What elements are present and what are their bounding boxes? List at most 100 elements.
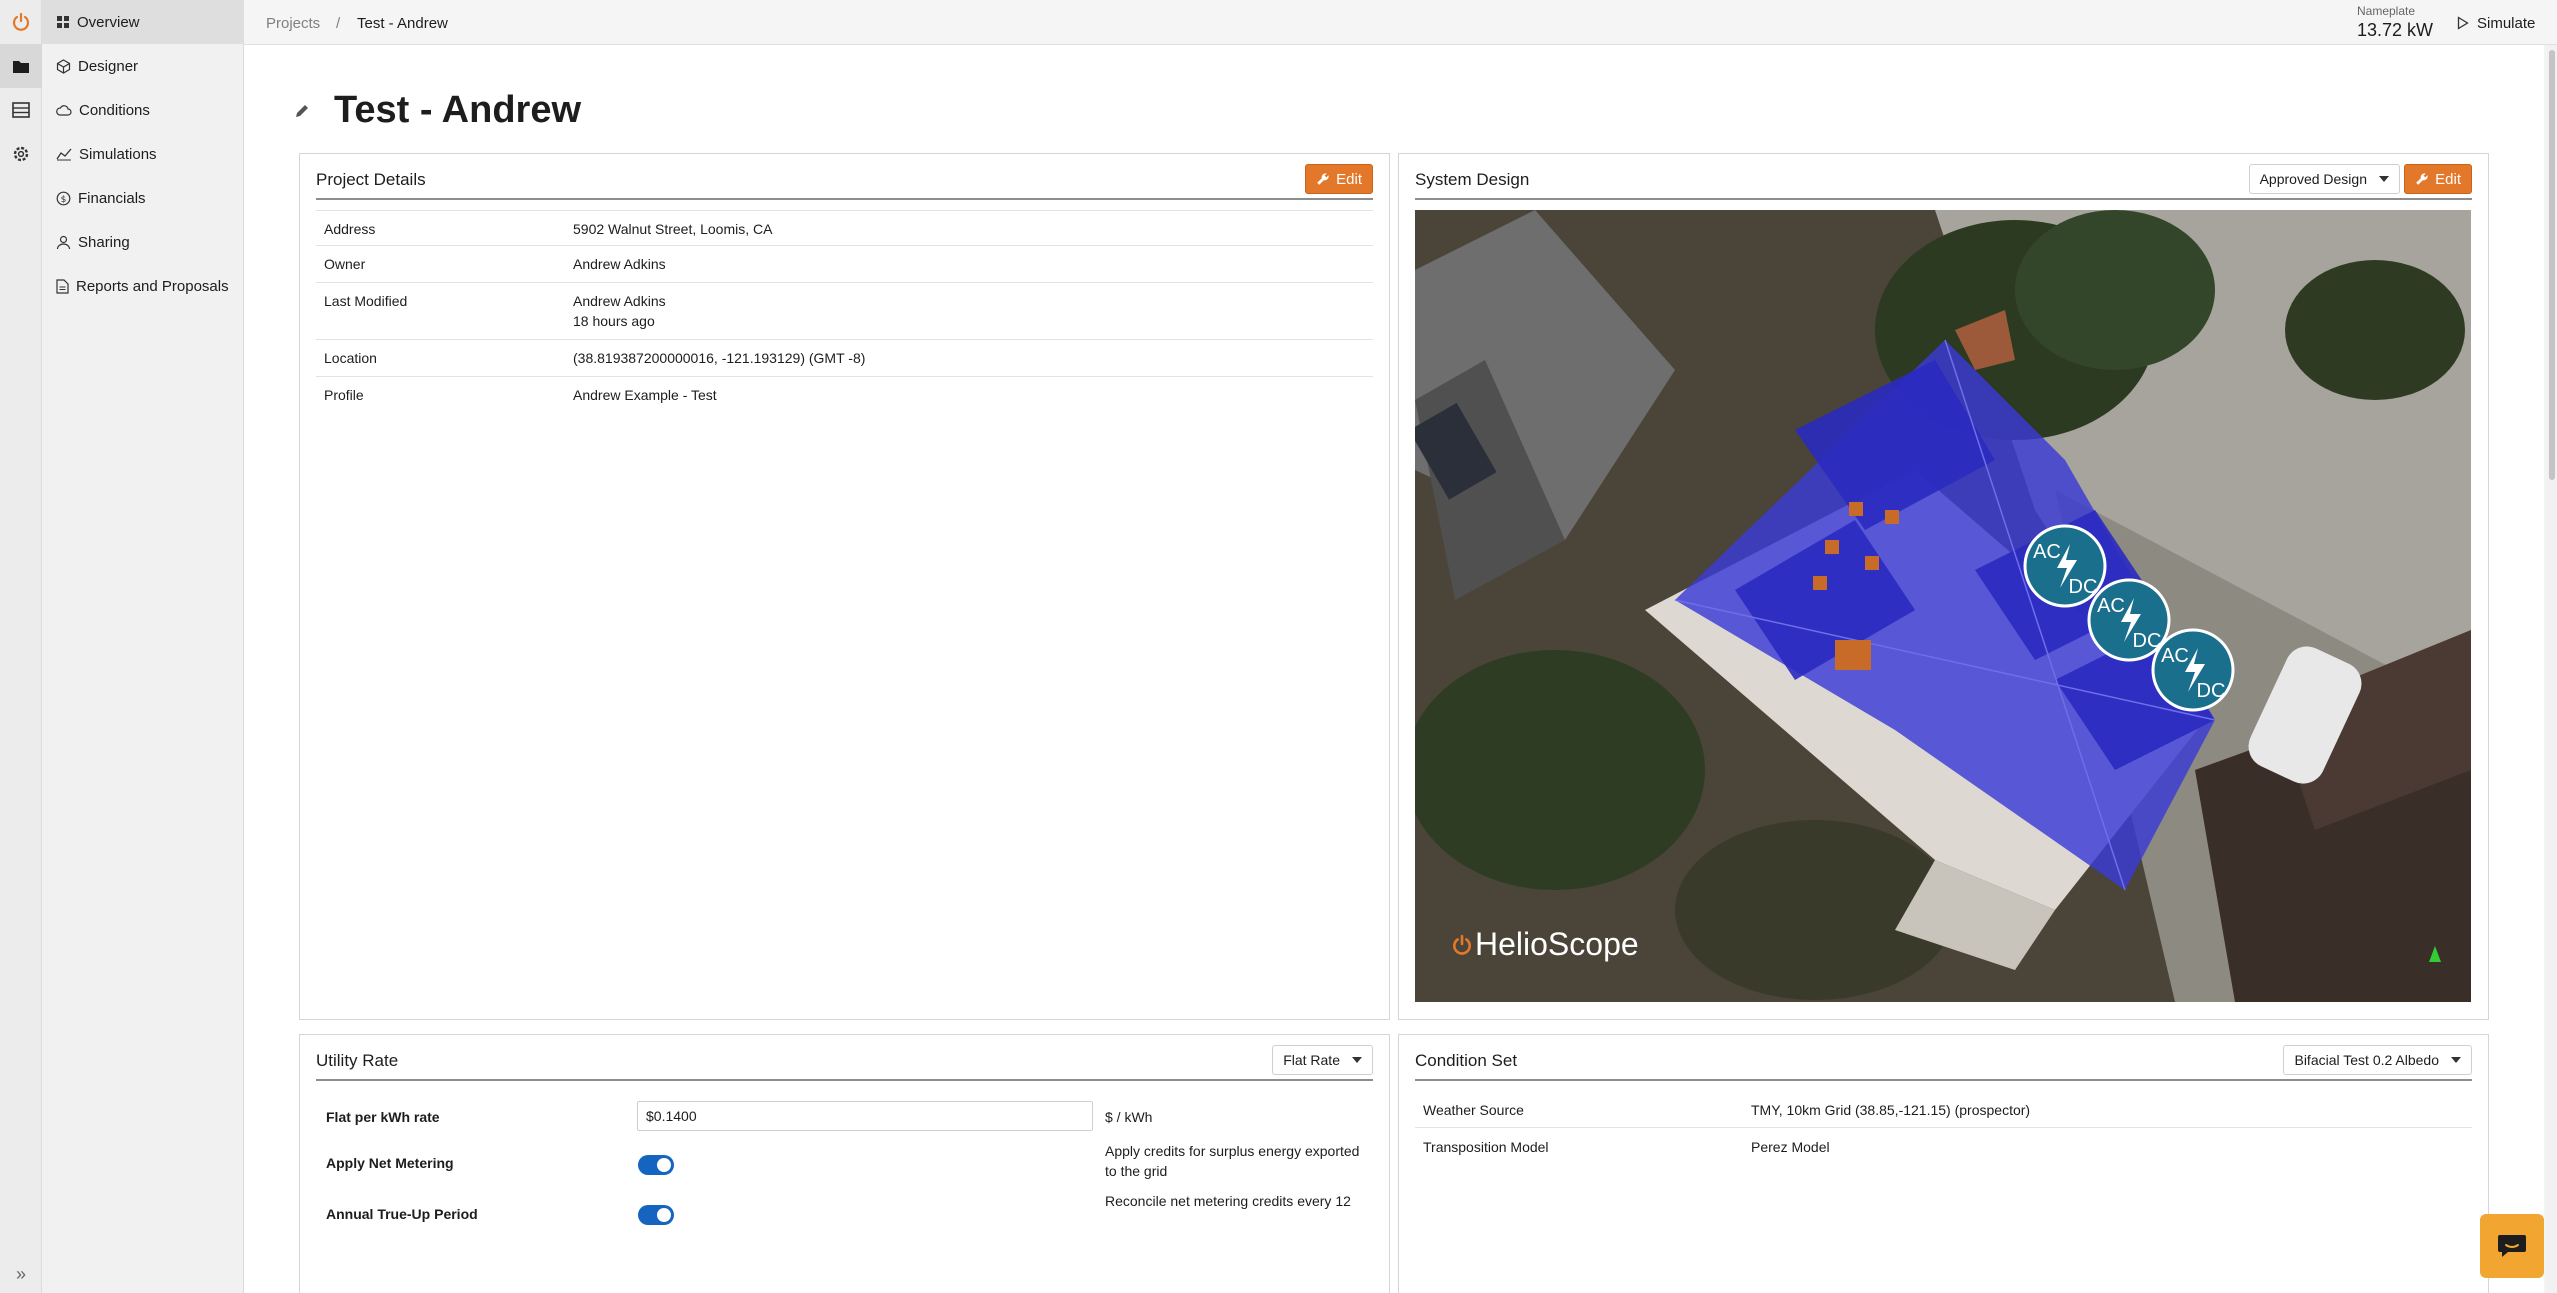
nav-item-reports[interactable]: Reports and Proposals [42,264,244,308]
nav-item-label: Sharing [78,233,130,251]
net-metering-label: Apply Net Metering [326,1155,454,1171]
nav-item-conditions[interactable]: Conditions [42,88,244,132]
detail-value-secondary: 18 hours ago [573,313,655,329]
system-design-card: System Design Approved Design Edit AC DC… [1398,153,2489,1020]
settings-gear-icon[interactable] [0,132,42,176]
svg-text:$: $ [61,195,67,205]
design-map-image[interactable]: AC DC AC DC AC DC HelioScope [1415,210,2471,1002]
condition-label: Weather Source [1423,1102,1524,1118]
nav-item-sharing[interactable]: Sharing [42,220,244,264]
condition-value: TMY, 10km Grid (38.85,-121.15) (prospect… [1751,1102,2031,1118]
detail-label: Owner [324,256,366,272]
simulate-label: Simulate [2477,14,2536,32]
wrench-icon [1317,173,1329,185]
detail-value: Andrew Example - Test [573,387,717,403]
inverter-ac-label: AC [2033,541,2061,563]
scrollbar-thumb[interactable] [2549,50,2555,480]
card-title: System Design [1415,170,1530,189]
projects-folder-icon[interactable] [0,44,42,88]
grid-icon [57,16,69,28]
nav-item-designer[interactable]: Designer [42,44,244,88]
nav-item-label: Financials [78,189,146,207]
aerial-map-graphic: AC DC AC DC AC DC [1415,210,2471,1002]
detail-row-owner: Owner Andrew Adkins [316,246,1373,283]
trueup-help: Reconcile net metering credits every 12 [1105,1193,1351,1209]
nav-item-label: Designer [78,57,139,75]
design-select[interactable]: Approved Design [2248,164,2400,194]
play-icon [2457,16,2469,30]
detail-value: Andrew Adkins [573,293,666,309]
detail-label: Profile [324,387,364,403]
inverter-dc-label: DC [2069,576,2098,598]
chat-support-button[interactable] [2480,1214,2544,1278]
chart-icon [56,148,72,161]
card-divider [1415,1079,2472,1081]
simulate-button[interactable]: Simulate [2457,11,2535,35]
card-title: Project Details [316,170,426,189]
rate-type-value: Flat Rate [1283,1052,1340,1068]
card-title: Utility Rate [316,1051,399,1070]
condition-label: Transposition Model [1423,1139,1549,1155]
nav-item-label: Simulations [79,145,157,163]
detail-value: 5902 Walnut Street, Loomis, CA [573,221,773,237]
nav-item-overview[interactable]: Overview [42,0,244,44]
detail-label: Address [324,221,376,237]
flat-rate-input[interactable]: $0.1400 [637,1101,1093,1131]
nav-item-label: Reports and Proposals [76,277,229,295]
expand-sidebar-button[interactable]: » [0,1259,42,1289]
detail-label: Location [324,350,377,366]
document-icon [56,278,69,294]
helioscope-watermark: HelioScope [1451,926,1639,963]
edit-title-pencil-icon[interactable] [294,103,310,119]
dollar-icon: $ [56,191,71,205]
breadcrumb-projects-link[interactable]: Projects [266,15,320,32]
inverter-marker[interactable]: AC DC [2087,578,2171,662]
inverter-ac-label: AC [2097,595,2125,617]
trueup-toggle[interactable] [638,1205,674,1225]
inverter-marker[interactable]: AC DC [2151,628,2235,712]
trueup-label: Annual True-Up Period [326,1206,478,1222]
detail-value: (38.819387200000016, -121.193129) (GMT -… [573,350,866,366]
nav-item-financials[interactable]: $ Financials [42,176,244,220]
condition-set-value: Bifacial Test 0.2 Albedo [2294,1052,2439,1068]
main-content: Test - Andrew Project Details Edit Addre… [244,45,2544,1293]
library-list-icon[interactable] [0,88,42,132]
detail-value: Andrew Adkins [573,256,666,272]
card-divider [316,198,1373,200]
nameplate-value: 13.72 kW [2357,20,2434,40]
inverter-dc-label: DC [2133,630,2162,652]
utility-rate-card: Utility Rate Flat Rate Flat per kWh rate… [299,1034,1390,1293]
breadcrumb-separator: / [336,15,341,32]
condition-value: Perez Model [1751,1139,1830,1155]
chevron-down-icon [2379,176,2389,182]
net-metering-help: Apply credits for surplus energy exporte… [1105,1143,1360,1179]
nav-item-simulations[interactable]: Simulations [42,132,244,176]
detail-label: Last Modified [324,293,408,309]
rate-type-select[interactable]: Flat Rate [1272,1045,1373,1075]
detail-row-address: Address 5902 Walnut Street, Loomis, CA [316,210,1373,246]
nav-item-label: Conditions [79,101,150,119]
detail-row-last-modified: Last Modified Andrew Adkins 18 hours ago [316,283,1373,340]
condition-set-select[interactable]: Bifacial Test 0.2 Albedo [2283,1045,2472,1075]
nav-item-label: Overview [77,13,140,31]
card-title: Condition Set [1415,1051,1518,1070]
card-divider [1415,198,2472,200]
detail-row-location: Location (38.819387200000016, -121.19312… [316,340,1373,377]
helioscope-logo-icon [1453,934,1471,955]
condition-row-transposition: Transposition Model Perez Model [1415,1128,2472,1165]
inverter-dc-label: DC [2197,680,2226,702]
flat-rate-label: Flat per kWh rate [326,1109,440,1125]
wrench-icon [2416,173,2428,185]
detail-row-profile: Profile Andrew Example - Test [316,377,1373,413]
app-rail: » [0,0,42,1293]
user-icon [56,235,71,249]
chevron-down-icon [1352,1057,1362,1063]
chevron-down-icon [2451,1057,2461,1063]
page-title: Test - Andrew [334,89,582,131]
net-metering-toggle[interactable] [638,1155,674,1175]
helioscope-logo-icon[interactable] [0,0,42,44]
inverter-marker[interactable]: AC DC [2023,524,2107,608]
project-edit-button[interactable]: Edit [1305,164,1373,194]
condition-set-card: Condition Set Bifacial Test 0.2 Albedo W… [1398,1034,2489,1293]
design-edit-button[interactable]: Edit [2404,164,2472,194]
